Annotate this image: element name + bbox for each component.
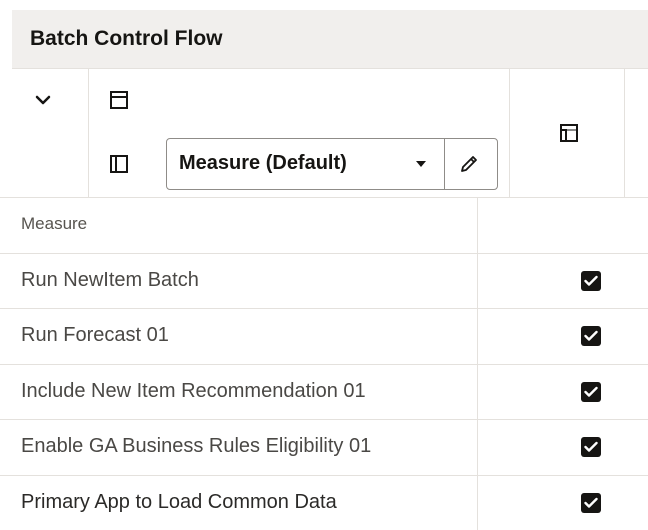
- column-divider: [477, 254, 478, 309]
- table-row: Enable GA Business Rules Eligibility 01: [0, 419, 648, 475]
- chevron-down-icon[interactable]: [28, 85, 58, 115]
- row-label: Enable GA Business Rules Eligibility 01: [21, 435, 371, 458]
- checkbox-checked[interactable]: [581, 493, 601, 513]
- toolbar-divider: [88, 69, 89, 197]
- toolbar-divider: [509, 69, 510, 197]
- checkbox-checked[interactable]: [581, 382, 601, 402]
- pivot-icon[interactable]: [554, 118, 584, 148]
- measure-select[interactable]: Measure (Default): [166, 138, 498, 190]
- pencil-icon[interactable]: [455, 151, 483, 177]
- row-label: Run NewItem Batch: [21, 269, 199, 292]
- table-row: Include New Item Recommendation 01: [0, 364, 648, 420]
- row-label: Primary App to Load Common Data: [21, 491, 337, 514]
- select-divider: [444, 139, 445, 189]
- table-row: Run NewItem Batch: [0, 253, 648, 309]
- row-label: Include New Item Recommendation 01: [21, 380, 366, 403]
- table-row: Run Forecast 01: [0, 308, 648, 364]
- checkbox-checked[interactable]: [581, 326, 601, 346]
- measure-grid: Measure Run NewItem Batch Run Forecast 0…: [0, 197, 648, 530]
- column-divider: [477, 420, 478, 475]
- row-label: Run Forecast 01: [21, 324, 169, 347]
- checkbox-checked[interactable]: [581, 437, 601, 457]
- column-divider: [477, 365, 478, 420]
- measure-select-value: Measure (Default): [179, 152, 347, 175]
- column-header-measure: Measure: [21, 214, 87, 234]
- column-divider: [477, 476, 478, 530]
- panel-left-icon[interactable]: [104, 149, 134, 179]
- column-divider: [477, 198, 478, 253]
- checkbox-checked[interactable]: [581, 271, 601, 291]
- panel-header: Batch Control Flow: [12, 10, 648, 69]
- column-divider: [477, 309, 478, 364]
- panel-top-icon[interactable]: [104, 85, 134, 115]
- table-row: Primary App to Load Common Data: [0, 475, 648, 530]
- panel-title: Batch Control Flow: [30, 27, 223, 51]
- toolbar-divider: [624, 69, 625, 197]
- caret-down-icon[interactable]: [411, 153, 431, 175]
- pivot-toolbar: Measure (Default): [12, 69, 648, 197]
- grid-header-row: Measure: [0, 197, 648, 253]
